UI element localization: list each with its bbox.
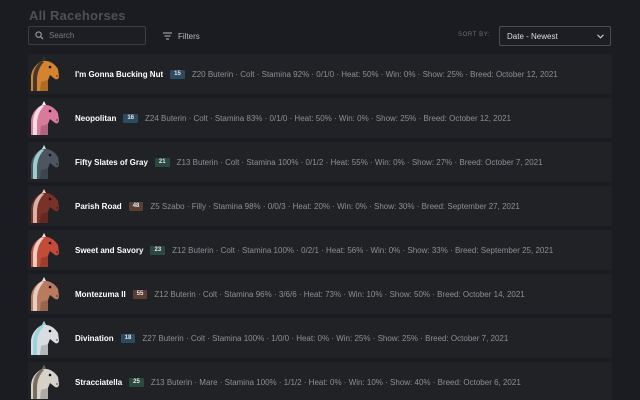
horse-badge: 48 [128,201,144,211]
horse-badge: 23 [150,245,166,255]
horse-name: Neopolitan [75,113,117,123]
filters-label: Filters [178,31,200,41]
horse-badge: 18 [120,333,136,343]
page-title: All Racehorses [29,8,126,23]
horse-row-text: Parish Road 48 Z5 Szabo · Filly · Stamina … [75,200,520,212]
horse-row-text: Divination 18 Z27 Buterin · Colt · Stamina… [75,332,508,344]
horse-avatar [28,320,62,356]
horse-badge: 21 [154,157,170,167]
horse-row[interactable]: Fifty Slates of Gray 21 Z13 Buterin · Colt… [28,142,612,182]
horse-name: Fifty Slates of Gray [75,157,148,167]
racehorses-page: All Racehorses Filters SORT BY: Date - N… [0,0,640,400]
horse-row-text: Fifty Slates of Gray 21 Z13 Buterin · Colt… [75,156,543,168]
horse-badge: 16 [123,113,139,123]
horse-row-text: Montezuma II 55 Z12 Buterin · Colt · Stami… [75,288,525,300]
sort-by-label: SORT BY: [458,32,491,38]
horse-name: Divination [75,333,114,343]
horse-avatar [28,276,62,312]
horse-head-icon [31,365,59,399]
horse-name: I'm Gonna Bucking Nut [75,69,164,79]
horse-head-icon [31,233,59,267]
horse-avatar [28,364,62,400]
sort-select[interactable]: Date - Newest [499,26,611,46]
horse-row-text: Neopolitan 16 Z24 Buterin · Colt · Stamina… [75,112,511,124]
horse-meta: Z20 Buterin · Colt · Stamina 92% · 0/1/0… [191,69,558,79]
horse-badge: 15 [170,69,185,79]
search-input[interactable] [49,31,139,40]
horse-name: Montezuma II [75,289,126,299]
horse-meta: Z27 Buterin · Colt · Stamina 100% · 1/0/… [142,333,509,343]
sort-selected-value: Date - Newest [507,31,558,41]
horse-name: Sweet and Savory [75,245,144,255]
horse-meta: Z24 Buterin · Colt · Stamina 83% · 0/1/0… [145,113,511,123]
horse-row-text: I'm Gonna Bucking Nut 15 Z20 Buterin · Col… [75,68,558,80]
horse-meta: Z5 Szabo · Filly · Stamina 98% · 0/0/3 ·… [150,201,520,211]
horse-head-icon [31,277,59,311]
horse-row[interactable]: Parish Road 48 Z5 Szabo · Filly · Stamina … [28,186,612,226]
horse-head-icon [31,189,59,223]
horse-list: I'm Gonna Bucking Nut 15 Z20 Buterin · Col… [28,54,612,400]
horse-row[interactable]: Neopolitan 16 Z24 Buterin · Colt · Stamina… [28,98,612,138]
horse-row[interactable]: Stracciatella 25 Z13 Buterin · Mare · Stam… [28,362,612,400]
search-box[interactable] [28,26,146,45]
horse-name: Parish Road [75,201,122,211]
horse-head-icon [31,145,59,179]
horse-meta: Z12 Buterin · Colt · Stamina 96% · 3/6/6… [154,289,525,299]
horse-name: Stracciatella [75,377,123,387]
horse-avatar [28,144,62,180]
horse-row[interactable]: Montezuma II 55 Z12 Buterin · Colt · Stami… [28,274,612,314]
horse-row-text: Sweet and Savory 23 Z12 Buterin · Colt · S… [75,244,553,256]
horse-meta: Z13 Buterin · Colt · Stamina 100% · 0/1/… [176,157,543,167]
chevron-down-icon [597,33,604,39]
filters-button[interactable]: Filters [158,27,205,45]
horse-badge: 25 [129,377,144,387]
horse-meta: Z13 Buterin · Mare · Stamina 100% · 1/1/… [150,377,521,387]
horse-avatar [28,188,62,224]
horse-badge: 55 [132,289,148,299]
horse-row[interactable]: I'm Gonna Bucking Nut 15 Z20 Buterin · Col… [28,54,612,94]
horse-head-icon [31,101,59,135]
horse-row-text: Stracciatella 25 Z13 Buterin · Mare · Stam… [75,376,521,388]
horse-avatar [28,56,62,92]
search-icon [35,31,44,40]
horse-meta: Z12 Buterin · Colt · Stamina 100% · 0/2/… [172,245,554,255]
horse-row[interactable]: Sweet and Savory 23 Z12 Buterin · Colt · S… [28,230,612,270]
horse-avatar [28,100,62,136]
horse-row[interactable]: Divination 18 Z27 Buterin · Colt · Stamina… [28,318,612,358]
filter-lines-icon [163,32,172,40]
horse-avatar [28,232,62,268]
horse-head-icon [31,321,59,355]
horse-head-icon [31,57,59,91]
